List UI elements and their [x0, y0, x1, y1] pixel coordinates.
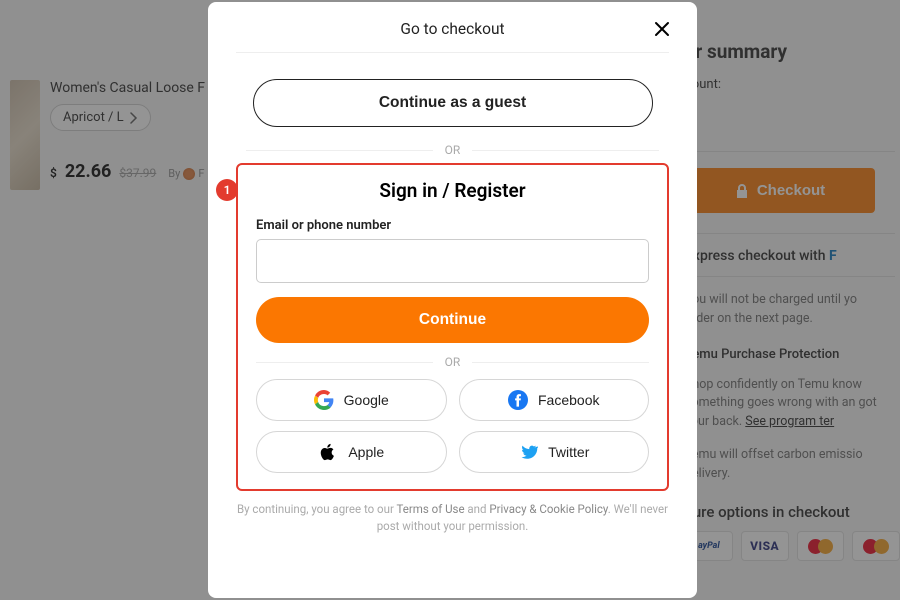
facebook-icon	[508, 390, 528, 410]
fine-print: By continuing, you agree to our Terms of…	[236, 501, 669, 536]
privacy-link[interactable]: Privacy & Cookie Policy	[489, 502, 607, 516]
continue-as-guest-button[interactable]: Continue as a guest	[253, 79, 653, 127]
twitter-icon	[518, 442, 538, 462]
email-phone-input[interactable]	[256, 239, 649, 283]
apple-signin-button[interactable]: Apple	[256, 431, 447, 473]
close-button[interactable]	[651, 18, 673, 40]
apple-icon	[318, 442, 338, 462]
facebook-signin-button[interactable]: Facebook	[459, 379, 650, 421]
or-separator-2: OR	[256, 355, 649, 369]
google-icon	[314, 390, 334, 410]
signin-register-panel: 1 Sign in / Register Email or phone numb…	[236, 163, 669, 491]
email-phone-label: Email or phone number	[256, 218, 649, 233]
terms-link[interactable]: Terms of Use	[396, 502, 464, 516]
continue-button[interactable]: Continue	[256, 297, 649, 343]
or-separator: OR	[246, 143, 659, 157]
close-icon	[654, 21, 670, 37]
signin-title: Sign in / Register	[256, 179, 649, 202]
modal-title: Go to checkout	[400, 20, 504, 38]
annotation-badge: 1	[216, 179, 238, 201]
google-signin-button[interactable]: Google	[256, 379, 447, 421]
checkout-modal: Go to checkout Continue as a guest OR 1 …	[208, 2, 697, 598]
twitter-signin-button[interactable]: Twitter	[459, 431, 650, 473]
